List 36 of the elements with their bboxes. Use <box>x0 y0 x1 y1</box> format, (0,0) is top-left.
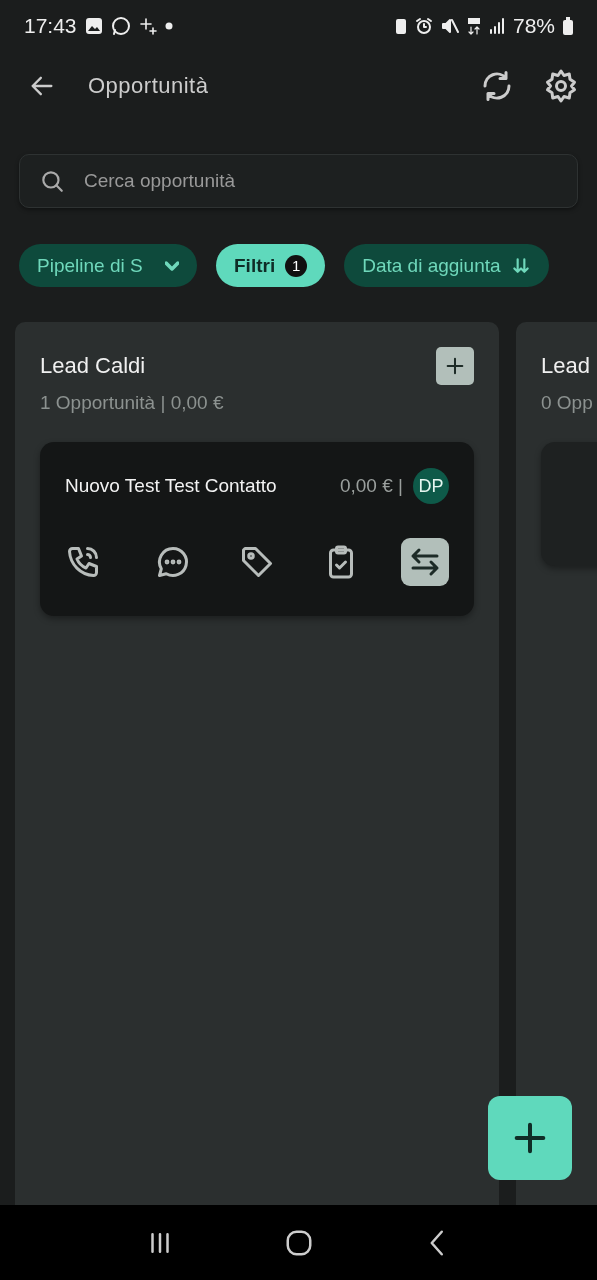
swap-arrows-button[interactable] <box>401 538 449 586</box>
page-title: Opportunità <box>88 73 209 99</box>
deal-value: 0,00 € | <box>339 475 403 497</box>
add-fab-button[interactable] <box>488 1096 572 1180</box>
chat-icon <box>110 16 131 36</box>
sort-down-icon <box>510 255 531 276</box>
alarm-icon <box>414 17 433 35</box>
chat-bubble-icon <box>155 544 191 580</box>
filter-chip[interactable]: Filtri 1 <box>216 244 326 287</box>
column-title: Lead <box>541 353 590 379</box>
signal-icon <box>488 18 505 34</box>
add-button[interactable] <box>436 347 474 385</box>
tag-icon <box>239 544 275 580</box>
plus-icon <box>444 355 466 377</box>
dot-icon <box>164 22 173 30</box>
chevron-down-icon <box>165 260 179 271</box>
mobile-data-icon <box>466 17 481 35</box>
mute-icon <box>440 17 459 35</box>
gallery-icon <box>84 17 103 35</box>
column-summary: 0 Opp <box>541 392 594 414</box>
opportunity-card[interactable]: Nuovo Test Test Contatto 0,00 € | DP <box>40 442 474 616</box>
count-badge: 1 <box>285 254 308 277</box>
contact-name: Nuovo Test Test Contatto <box>65 475 278 497</box>
column-title: Lead Caldi <box>40 353 146 379</box>
phone-icon <box>65 544 101 580</box>
sort-chip[interactable]: Data di aggiunta <box>344 244 549 287</box>
search-icon <box>39 168 65 194</box>
column-summary: 1 Opportunità | 0,00 € <box>40 392 225 414</box>
pipeline-dropdown[interactable]: Pipeline di S <box>19 244 197 287</box>
search-field[interactable]: Cerca opportunità <box>19 154 578 208</box>
battery-icon <box>563 17 573 35</box>
avatar-initials: DP <box>413 468 449 504</box>
settings-icon[interactable] <box>543 68 579 104</box>
battery-percent: 78% <box>512 14 555 38</box>
battery-saver-icon <box>394 17 407 35</box>
clock-time: 17:43 <box>24 14 77 38</box>
